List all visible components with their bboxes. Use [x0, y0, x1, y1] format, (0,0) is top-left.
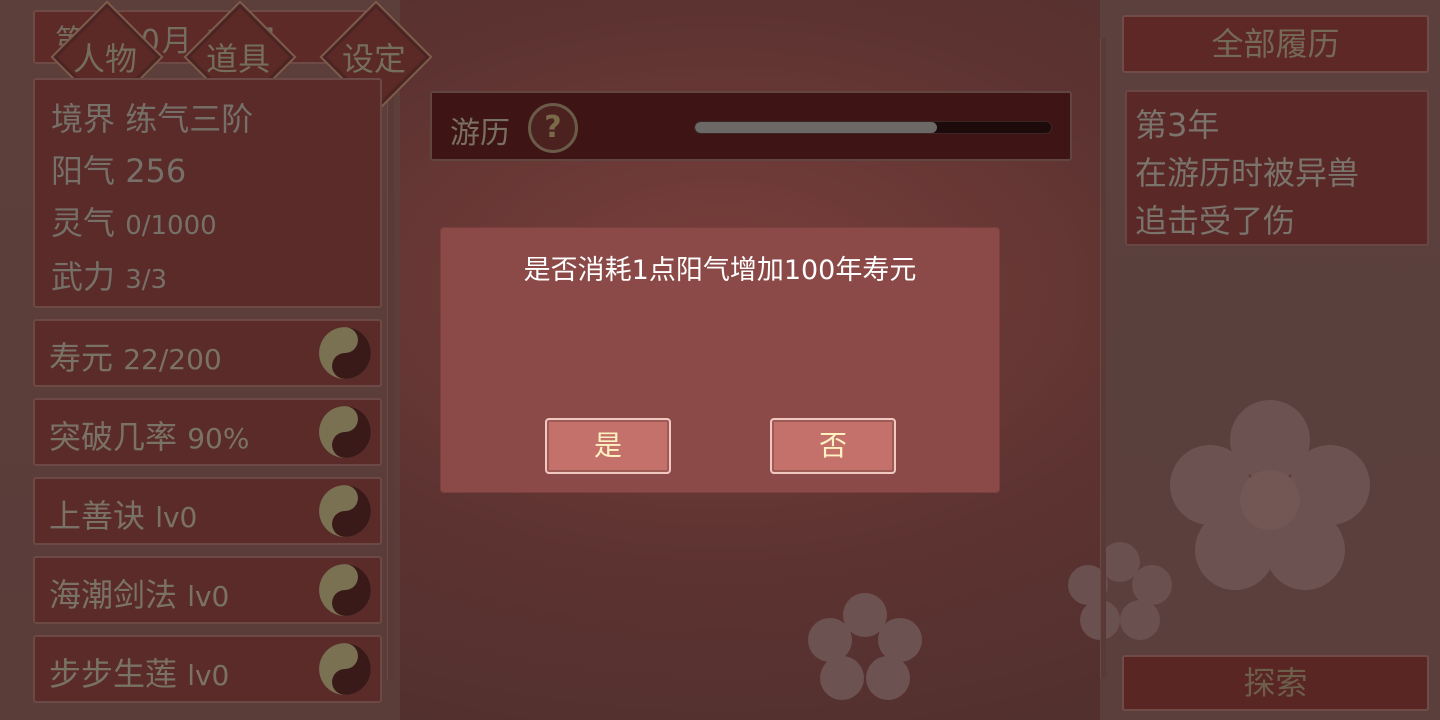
settings-button-label: 设定 — [341, 40, 406, 78]
yang-label: 阳气 — [51, 152, 116, 190]
realm-label: 境界 — [51, 100, 116, 138]
journey-bar: 游历 ? — [430, 91, 1072, 161]
all-history-button[interactable]: 全部履历 — [1122, 15, 1429, 73]
history-log: 第3年 在游历时被异兽 追击受了伤 — [1125, 90, 1429, 246]
journey-progress-fill — [695, 122, 938, 133]
yin-yang-icon[interactable] — [318, 484, 372, 538]
realm-stat: 境界 练气三阶 — [51, 94, 253, 140]
left-scrollbar[interactable] — [387, 40, 394, 680]
row-name: 海潮剑法 — [49, 576, 178, 614]
force-label: 武力 — [51, 258, 116, 296]
log-line: 在游历时被异兽 — [1135, 154, 1360, 192]
row-name: 突破几率 — [49, 418, 178, 456]
right-scrollbar[interactable] — [1100, 38, 1106, 678]
force-value: 3/3 — [125, 265, 168, 295]
stats-panel: 境界 练气三阶 阳气 256 灵气 0/1000 武力 3/3 — [33, 78, 382, 308]
spirit-value: 0/1000 — [125, 211, 217, 241]
no-button[interactable]: 否 — [770, 418, 896, 474]
question-icon[interactable]: ? — [528, 103, 578, 153]
yang-stat: 阳气 256 — [51, 146, 186, 192]
log-line: 追击受了伤 — [1135, 202, 1296, 240]
yin-yang-icon[interactable] — [318, 642, 372, 696]
spirit-label: 灵气 — [51, 204, 116, 242]
yin-yang-icon[interactable] — [318, 563, 372, 617]
row-label: 海潮剑法 lv0 — [49, 570, 229, 616]
log-line: 第3年 — [1135, 106, 1220, 144]
row-value: lv0 — [187, 659, 230, 692]
yes-button[interactable]: 是 — [545, 418, 671, 474]
skill-row-shangshan[interactable]: 上善诀 lv0 — [33, 477, 382, 545]
items-button-label: 道具 — [205, 40, 270, 78]
character-button-label: 人物 — [72, 40, 137, 78]
yang-value: 256 — [125, 152, 187, 190]
row-value: 90% — [187, 422, 250, 455]
breakthrough-row[interactable]: 突破几率 90% — [33, 398, 382, 466]
journey-progress-track — [694, 121, 1052, 134]
yin-yang-icon[interactable] — [318, 405, 372, 459]
row-label: 步步生莲 lv0 — [49, 649, 229, 695]
row-value: 22/200 — [123, 343, 222, 376]
flower-decoration-icon — [808, 593, 922, 700]
row-value: lv0 — [187, 580, 230, 613]
row-value: lv0 — [155, 501, 198, 534]
spirit-stat: 灵气 0/1000 — [51, 198, 217, 244]
row-name: 步步生莲 — [49, 655, 178, 693]
skill-row-haichao[interactable]: 海潮剑法 lv0 — [33, 556, 382, 624]
realm-value: 练气三阶 — [125, 100, 254, 138]
lifespan-row[interactable]: 寿元 22/200 — [33, 319, 382, 387]
row-name: 上善诀 — [49, 497, 146, 535]
yin-yang-icon[interactable] — [318, 326, 372, 380]
row-label: 上善诀 lv0 — [49, 491, 197, 537]
row-name: 寿元 — [49, 339, 114, 377]
journey-label: 游历 — [450, 116, 510, 151]
confirm-dialog: 是否消耗1点阳气增加100年寿元 是 否 — [441, 228, 999, 492]
dialog-message: 是否消耗1点阳气增加100年寿元 — [523, 255, 917, 286]
force-stat: 武力 3/3 — [51, 252, 167, 298]
explore-button[interactable]: 探索 — [1122, 655, 1429, 711]
flower-decoration-icon — [1068, 542, 1172, 640]
skill-row-bubu[interactable]: 步步生莲 lv0 — [33, 635, 382, 703]
row-label: 寿元 22/200 — [49, 333, 222, 379]
row-label: 突破几率 90% — [49, 412, 249, 458]
